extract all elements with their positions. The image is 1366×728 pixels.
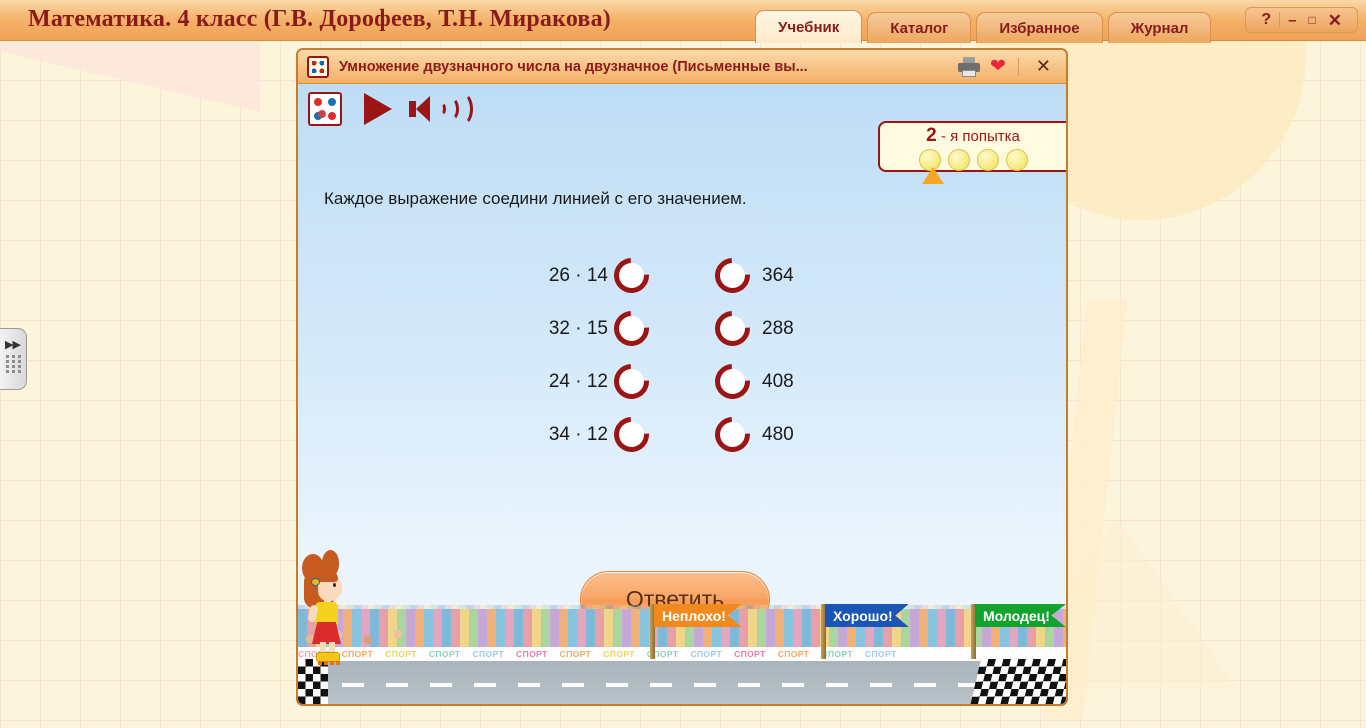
connector-ring-left[interactable]	[606, 356, 657, 407]
maximize-button[interactable]: □	[1303, 14, 1322, 26]
expression-label: 24 · 12	[548, 370, 608, 392]
banner-word: СПОРТ	[821, 648, 853, 659]
connector-ring-right[interactable]	[707, 250, 758, 301]
student-avatar	[300, 548, 358, 665]
tab-label: Избранное	[999, 19, 1080, 37]
sound-waves-icon	[436, 92, 473, 126]
match-row: 26 · 14 364	[538, 249, 822, 302]
connector-ring-right[interactable]	[707, 356, 758, 407]
tab-izbrannoe[interactable]: Избранное	[976, 12, 1103, 43]
expression-label: 34 · 12	[548, 423, 608, 445]
lane-dashes	[298, 683, 1066, 687]
value-label: 408	[762, 370, 794, 392]
banner-word: СПОРТ	[734, 648, 766, 659]
connector-ring-right[interactable]	[707, 303, 758, 354]
lesson-title: Умножение двузначного числа на двузначно…	[339, 58, 808, 75]
speaker-icon[interactable]	[409, 92, 473, 126]
start-line-checkered	[298, 659, 328, 704]
banner-word: СПОРТ	[603, 648, 635, 659]
match-row: 34 · 12 480	[538, 408, 822, 461]
divider	[1279, 12, 1281, 28]
match-exercise: 26 · 14 364 32 · 15 288 24 · 12 408 34 ·…	[538, 249, 822, 461]
help-button[interactable]: ?	[1255, 12, 1277, 28]
value-label: 480	[762, 423, 794, 445]
finish-line-checkered	[970, 659, 1066, 704]
tab-label: Журнал	[1130, 19, 1189, 37]
match-row: 32 · 15 288	[538, 302, 822, 355]
favorite-heart-icon[interactable]: ❤	[990, 57, 1006, 76]
printer-icon[interactable]	[957, 56, 980, 77]
banner-word: СПОРТ	[864, 648, 897, 659]
match-task-icon[interactable]	[308, 92, 342, 126]
connector-ring-left[interactable]	[606, 409, 657, 460]
banner-word: СПОРТ	[690, 648, 723, 659]
attempts-panel: 2 - я попытка	[878, 121, 1066, 184]
banner-word: СПОРТ	[472, 648, 505, 659]
banner-word: СПОРТ	[428, 648, 461, 659]
progress-stadium: СПОРТ СПОРТ СПОРТ СПОРТ СПОРТ СПОРТ СПОР…	[298, 550, 1066, 704]
lesson-close-button[interactable]: ✕	[1031, 56, 1056, 77]
banner-word: СПОРТ	[559, 648, 592, 659]
attempt-dot	[976, 149, 999, 171]
banner-word: СПОРТ	[385, 648, 417, 659]
lesson-toolbar	[308, 92, 473, 126]
close-button[interactable]: ✕	[1322, 12, 1348, 29]
minimize-button[interactable]: –	[1282, 13, 1302, 28]
value-label: 288	[762, 317, 794, 339]
lesson-window: Умножение двузначного числа на двузначно…	[296, 48, 1068, 706]
expression-label: 26 · 14	[548, 264, 608, 286]
connector-ring-left[interactable]	[606, 303, 657, 354]
attempts-label: 2 - я попытка	[880, 125, 1066, 147]
play-icon[interactable]	[364, 93, 392, 125]
connector-ring-left[interactable]	[606, 250, 657, 301]
tab-label: Учебник	[778, 18, 840, 36]
divider	[1017, 57, 1019, 76]
lesson-content: 2 - я попытка Каждое выражение соедини л…	[298, 84, 1066, 704]
background-triangle-left	[0, 42, 260, 112]
attempt-suffix: - я попытка	[940, 128, 1020, 145]
chevron-right-double-icon: ▶▶	[5, 339, 21, 351]
connector-ring-right[interactable]	[707, 409, 758, 460]
tab-uchebnik[interactable]: Учебник	[755, 10, 863, 43]
instruction-text: Каждое выражение соедини линией с его зн…	[324, 189, 747, 208]
attempt-dot	[1005, 149, 1028, 171]
banner-word: СПОРТ	[777, 648, 810, 659]
tab-zhurnal[interactable]: Журнал	[1107, 12, 1212, 43]
tab-label: Каталог	[890, 19, 949, 37]
attempt-dot	[947, 149, 970, 171]
expression-label: 32 · 15	[548, 317, 608, 339]
tab-katalog[interactable]: Каталог	[867, 12, 972, 43]
grip-dots-icon	[6, 355, 21, 373]
sidebar-expand-handle[interactable]: ▶▶	[0, 328, 27, 390]
value-label: 364	[762, 264, 794, 286]
attempt-current-marker	[922, 167, 944, 184]
page-title: Математика. 4 класс (Г.В. Дорофеев, Т.Н.…	[28, 6, 611, 32]
application-titlebar: Математика. 4 класс (Г.В. Дорофеев, Т.Н.…	[0, 0, 1366, 43]
lesson-title-actions: ❤ ✕	[957, 56, 1066, 77]
connect-dots-icon	[307, 55, 329, 78]
window-controls: ? – □ ✕	[1245, 7, 1358, 33]
lesson-titlebar: Умножение двузначного числа на двузначно…	[298, 50, 1066, 84]
attempt-dots	[880, 149, 1066, 171]
main-tabs: Учебник Каталог Избранное Журнал	[755, 10, 1216, 43]
match-row: 24 · 12 408	[538, 355, 822, 408]
race-track	[298, 659, 1066, 704]
banner-word: СПОРТ	[516, 648, 548, 659]
attempt-number: 2	[926, 125, 937, 146]
